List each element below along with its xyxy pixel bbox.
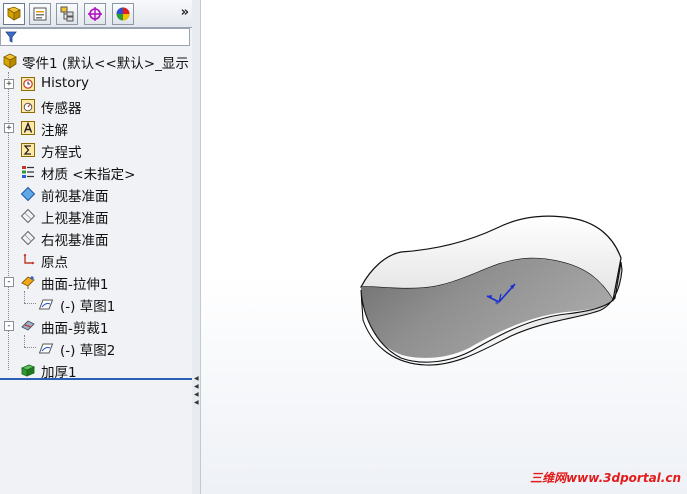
collapse-toggle[interactable]: - xyxy=(4,321,14,331)
manager-tab-bar: » xyxy=(0,0,192,28)
tree-item-material[interactable]: 材质 <未指定> xyxy=(0,161,192,183)
sketch-icon xyxy=(38,299,54,310)
tree-root-label: 零件1 (默认<<默认>_显示 xyxy=(22,56,189,72)
tree-item-label: 材质 <未指定> xyxy=(41,167,136,183)
tree-item-front-plane[interactable]: 前视基准面 xyxy=(0,183,192,205)
tree-item-annotations[interactable]: + 注解 xyxy=(0,117,192,139)
sensor-icon xyxy=(21,99,35,113)
panel-splitter[interactable]: ◀ ◀ ◀ ◀ xyxy=(192,0,201,494)
surface-extrude-icon xyxy=(21,276,35,289)
tree-item-equations[interactable]: 方程式 xyxy=(0,139,192,161)
filter-icon xyxy=(5,31,17,43)
tree-item-history[interactable]: + History xyxy=(0,73,192,95)
plane-icon xyxy=(20,208,36,224)
tree-item-label: 注解 xyxy=(41,123,68,139)
splitter-arrow-icon[interactable]: ◀ xyxy=(194,400,199,406)
plane-icon xyxy=(20,230,36,246)
display-manager-icon xyxy=(116,7,130,21)
tree-item-sketch2[interactable]: (-) 草图2 xyxy=(0,337,192,359)
tree-item-label: 右视基准面 xyxy=(41,233,109,249)
tree-connector xyxy=(24,303,36,304)
configuration-manager-tab[interactable] xyxy=(56,3,78,25)
part-icon xyxy=(3,53,17,69)
tree-filter[interactable] xyxy=(0,28,190,46)
tree-item-top-plane[interactable]: 上视基准面 xyxy=(0,205,192,227)
tree-item-label: 上视基准面 xyxy=(41,211,109,227)
tree-item-right-plane[interactable]: 右视基准面 xyxy=(0,227,192,249)
property-manager-icon xyxy=(33,7,47,21)
material-icon xyxy=(22,166,34,178)
rollback-bar[interactable] xyxy=(0,378,192,380)
tree-item-label: 原点 xyxy=(41,255,68,271)
collapse-toggle[interactable]: - xyxy=(4,277,14,287)
sketch-icon xyxy=(38,343,54,354)
feature-manager-tab[interactable] xyxy=(3,3,25,25)
model-view[interactable]: * xyxy=(201,0,687,494)
tree-item-label: 前视基准面 xyxy=(41,189,109,205)
tree-item-label: 方程式 xyxy=(41,145,82,161)
watermark: 三维网www.3dportal.cn xyxy=(530,471,681,485)
configuration-manager-icon xyxy=(60,6,74,22)
tree-item-label: (-) 草图2 xyxy=(60,343,116,359)
origin-icon xyxy=(23,253,35,265)
plane-icon xyxy=(20,186,36,202)
equation-icon xyxy=(21,143,35,157)
tree-item-label: (-) 草图1 xyxy=(60,299,116,315)
tree-root[interactable]: 零件1 (默认<<默认>_显示 xyxy=(0,50,192,72)
surface-trim-icon xyxy=(21,320,35,331)
thicken-icon xyxy=(20,364,36,377)
expand-toggle[interactable]: + xyxy=(4,79,14,89)
tree-item-surface-trim[interactable]: - 曲面-剪裁1 xyxy=(0,315,192,337)
feature-manager-icon xyxy=(7,6,21,21)
annotation-icon xyxy=(21,121,35,135)
history-icon xyxy=(21,77,35,91)
tree-item-surface-extrude[interactable]: - 曲面-拉伸1 xyxy=(0,271,192,293)
tree-item-label: 曲面-拉伸1 xyxy=(41,277,109,293)
tree-connector xyxy=(24,347,36,348)
more-tabs-button[interactable]: » xyxy=(181,5,189,20)
dimxpert-manager-tab[interactable] xyxy=(84,3,106,25)
expand-toggle[interactable]: + xyxy=(4,123,14,133)
splitter-arrow-icon[interactable]: ◀ xyxy=(194,384,199,390)
tree-item-sensors[interactable]: 传感器 xyxy=(0,95,192,117)
feature-manager-panel: » 零件1 (默认<<默认>_显示 + History 传感器 + 注解 方程式… xyxy=(0,0,193,494)
graphics-viewport[interactable]: * 三维网www.3dportal.cn xyxy=(201,0,687,494)
tree-item-label: History xyxy=(41,75,90,91)
tree-item-origin[interactable]: 原点 xyxy=(0,249,192,271)
display-manager-tab[interactable] xyxy=(112,3,134,25)
tree-item-sketch1[interactable]: (-) 草图1 xyxy=(0,293,192,315)
tree-item-label: 曲面-剪裁1 xyxy=(41,321,109,337)
property-manager-tab[interactable] xyxy=(29,3,51,25)
splitter-arrow-icon[interactable]: ◀ xyxy=(194,376,199,382)
tree-item-label: 传感器 xyxy=(41,101,82,117)
dimxpert-icon xyxy=(88,7,102,21)
splitter-arrow-icon[interactable]: ◀ xyxy=(194,392,199,398)
svg-text:*: * xyxy=(495,300,499,309)
